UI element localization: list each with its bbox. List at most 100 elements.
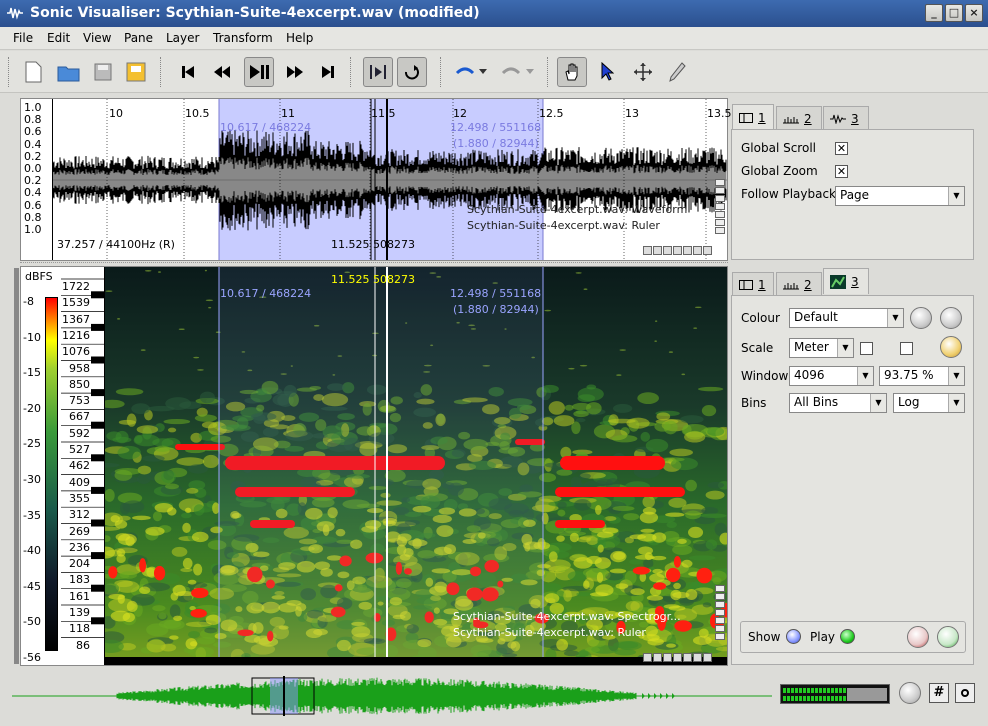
spectrogram-horizontal-zoom[interactable] — [643, 653, 712, 662]
tab-spectrogram-3[interactable]: 3 — [823, 268, 869, 294]
maximize-button[interactable]: □ — [945, 4, 963, 22]
global-zoom-checkbox[interactable]: ✕ — [835, 165, 848, 178]
colour-select[interactable]: Default ▼ — [789, 308, 904, 328]
tab-pane-1[interactable]: 1 — [732, 104, 774, 130]
db-tick-label: -25 — [23, 437, 41, 451]
menu-help[interactable]: Help — [286, 31, 313, 45]
frequency-tick-label: 753 — [69, 394, 90, 408]
show-label: Show — [748, 630, 781, 644]
show-layer-toggle[interactable] — [786, 629, 801, 644]
window-size-select[interactable]: 4096 ▼ — [789, 366, 874, 386]
selection-end-label: 12.498 / 551168 — [450, 121, 542, 134]
global-properties-panel: Global Scroll ✕ Global Zoom ✕ Follow Pla… — [731, 129, 974, 260]
undo-menu-icon[interactable] — [475, 57, 491, 87]
move-icon[interactable] — [628, 57, 658, 87]
bins-select[interactable]: All Bins ▼ — [789, 393, 887, 413]
overview-bar: # — [0, 672, 988, 726]
menu-edit[interactable]: Edit — [47, 31, 70, 45]
db-tick-label: -40 — [23, 544, 41, 558]
db-tick-label: -30 — [23, 473, 41, 486]
normalize-visible-checkbox[interactable] — [900, 342, 913, 355]
redo-menu-icon[interactable] — [522, 57, 538, 87]
layer-pan-knob[interactable] — [937, 626, 959, 648]
time-tick-label: 13.5 — [707, 107, 732, 120]
waveform-plot[interactable] — [53, 99, 727, 260]
menu-file[interactable]: File — [13, 31, 33, 45]
ruler-icon — [783, 116, 799, 123]
normalize-columns-checkbox[interactable] — [860, 342, 873, 355]
alignment-hash-icon[interactable]: # — [929, 683, 949, 703]
toolbar-separator — [350, 57, 352, 87]
scale-select[interactable]: Meter ▼ — [789, 338, 854, 358]
colour-rotation-knob[interactable] — [910, 307, 932, 329]
title-bar: Sonic Visualiser: Scythian-Suite-4excerp… — [0, 0, 988, 27]
waveform-pane[interactable]: 1.0 0.8 0.6 0.4 0.2 0.0 0.2 0.4 0.6 0.8 1.0 10 10.5… — [20, 98, 732, 261]
save-session-icon[interactable] — [121, 57, 151, 87]
harmonic-band — [175, 444, 225, 450]
gain-knob[interactable] — [940, 336, 962, 358]
tab-waveform-3[interactable]: 3 — [823, 106, 869, 130]
db-tick-label: -35 — [23, 508, 41, 522]
tab-pane-1b[interactable]: 1 — [732, 272, 774, 296]
layer-name-ruler: Scythian-Suite-4excerpt.wav: Ruler — [467, 219, 660, 232]
db-colour-bar — [45, 297, 58, 651]
waveform-scale: 1.0 0.8 0.6 0.4 0.2 0.0 0.2 0.4 0.6 0.8 1.0 — [21, 99, 53, 260]
harmonic-band — [555, 520, 605, 528]
menu-view[interactable]: View — [83, 31, 111, 45]
close-button[interactable]: × — [965, 4, 983, 22]
vertical-zoom-buttons[interactable] — [715, 179, 725, 234]
toolbar-separator — [440, 57, 442, 87]
amplitude-tick-label: 0.6 — [24, 198, 42, 212]
tab-ruler-2[interactable]: 2 — [776, 106, 822, 130]
record-icon[interactable] — [955, 683, 975, 703]
spectrogram-vertical-zoom[interactable] — [715, 585, 725, 640]
menu-transform[interactable]: Transform — [213, 31, 273, 45]
play-pause-icon[interactable] — [244, 57, 274, 87]
time-tick-label: 11.5 — [371, 107, 396, 120]
rewind-icon[interactable] — [207, 57, 237, 87]
minimize-button[interactable]: _ — [925, 4, 943, 22]
layer-name-spectrogram: Scythian-Suite-4excerpt.wav: Spectrogr..… — [453, 610, 681, 623]
loop-playback-icon[interactable] — [397, 57, 427, 87]
threshold-knob[interactable] — [940, 307, 962, 329]
save-icon[interactable] — [88, 57, 118, 87]
global-scroll-checkbox[interactable]: ✕ — [835, 142, 848, 155]
frequency-tick-label: 1076 — [62, 345, 90, 359]
menu-pane[interactable]: Pane — [124, 31, 153, 45]
frequency-tick-label: 236 — [69, 540, 90, 554]
menu-layer[interactable]: Layer — [166, 31, 199, 45]
frequency-tick-label: 1539 — [62, 296, 90, 310]
layer-gain-knob[interactable] — [907, 626, 929, 648]
follow-playback-label: Follow Playback — [741, 187, 836, 201]
colour-scale: dBFS -8 -10 -15 -20 -25 -30 -35 -40 -45 -50 -56 — [21, 267, 61, 665]
select-arrow-icon[interactable] — [592, 57, 622, 87]
amplitude-tick-label: 0.2 — [24, 174, 42, 188]
follow-playback-select[interactable]: Page ▼ — [835, 186, 965, 206]
rewind-start-icon[interactable] — [173, 57, 203, 87]
skip-end-icon[interactable] — [313, 57, 343, 87]
pane-drag-strip[interactable] — [14, 268, 19, 664]
spectrogram-plot[interactable] — [105, 267, 727, 665]
cursor-position-label: 11.525 508273 — [331, 238, 415, 251]
playback-speed-knob[interactable] — [899, 682, 921, 704]
overview-waveform[interactable] — [12, 676, 772, 716]
time-tick-label: 12 — [453, 107, 467, 120]
waveform-app-icon — [7, 7, 23, 20]
draw-pencil-icon[interactable] — [662, 57, 692, 87]
waveform-icon — [830, 113, 846, 124]
play-selection-icon[interactable] — [363, 57, 393, 87]
frequency-scale-select[interactable]: Log ▼ — [893, 393, 965, 413]
play-layer-toggle[interactable] — [840, 629, 855, 644]
navigate-hand-icon[interactable] — [557, 57, 587, 87]
frequency-tick-label: 1216 — [62, 328, 90, 342]
open-folder-icon[interactable] — [54, 57, 84, 87]
horizontal-zoom-buttons[interactable] — [643, 246, 712, 255]
new-file-icon[interactable] — [18, 57, 48, 87]
fast-forward-icon[interactable] — [280, 57, 310, 87]
window-overlap-select[interactable]: 93.75 % ▼ — [879, 366, 965, 386]
bins-label: Bins — [741, 396, 767, 410]
global-scroll-label: Global Scroll — [741, 141, 816, 155]
spectrogram-pane[interactable]: dBFS -8 -10 -15 -20 -25 -30 -35 -40 -45 -50 -56 17… — [20, 266, 728, 666]
overview-wave-trace — [116, 677, 637, 715]
tab-ruler-2b[interactable]: 2 — [776, 272, 822, 296]
